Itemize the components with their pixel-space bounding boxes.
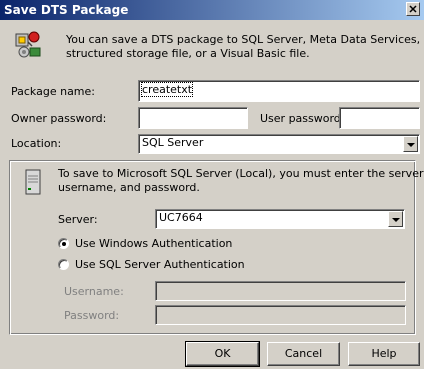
- sql-auth-radio[interactable]: [58, 259, 69, 270]
- close-button[interactable]: [406, 2, 420, 16]
- server-dropdown-button[interactable]: [388, 211, 403, 227]
- title-bar: Save DTS Package: [0, 0, 424, 20]
- user-password-input[interactable]: [339, 107, 420, 129]
- window-title: Save DTS Package: [4, 3, 129, 17]
- intro-text-line2: structured storage file, or a Visual Bas…: [66, 47, 310, 60]
- password-label: Password:: [64, 309, 120, 322]
- cancel-button[interactable]: Cancel: [267, 342, 340, 366]
- package-name-label: Package name:: [11, 85, 95, 98]
- username-label: Username:: [64, 285, 124, 298]
- owner-password-input[interactable]: [138, 107, 248, 129]
- server-info-line1: To save to Microsoft SQL Server (Local),…: [58, 167, 424, 180]
- server-icon: [23, 168, 43, 196]
- location-dropdown-button[interactable]: [403, 136, 418, 152]
- help-button[interactable]: Help: [348, 342, 420, 366]
- package-name-value: createtxt: [140, 82, 194, 97]
- owner-password-label: Owner password:: [11, 112, 107, 125]
- location-select[interactable]: SQL Server: [138, 134, 420, 154]
- intro-text-line1: You can save a DTS package to SQL Server…: [66, 33, 424, 46]
- server-value: UC7664: [159, 211, 203, 224]
- location-value: SQL Server: [142, 136, 204, 149]
- package-name-input[interactable]: createtxt: [138, 80, 420, 102]
- dts-package-icon: [12, 28, 44, 60]
- ok-button[interactable]: OK: [185, 341, 260, 367]
- server-select[interactable]: UC7664: [155, 209, 405, 229]
- server-info-line2: username, and password.: [58, 181, 200, 194]
- windows-auth-label[interactable]: Use Windows Authentication: [75, 237, 232, 250]
- close-icon: [409, 5, 417, 13]
- server-label: Server:: [58, 213, 98, 226]
- location-label: Location:: [11, 137, 62, 150]
- password-input: [155, 305, 406, 325]
- windows-auth-radio[interactable]: [58, 238, 69, 249]
- sql-auth-label[interactable]: Use SQL Server Authentication: [75, 258, 245, 271]
- user-password-label: User password:: [260, 112, 345, 125]
- username-input: [155, 281, 406, 301]
